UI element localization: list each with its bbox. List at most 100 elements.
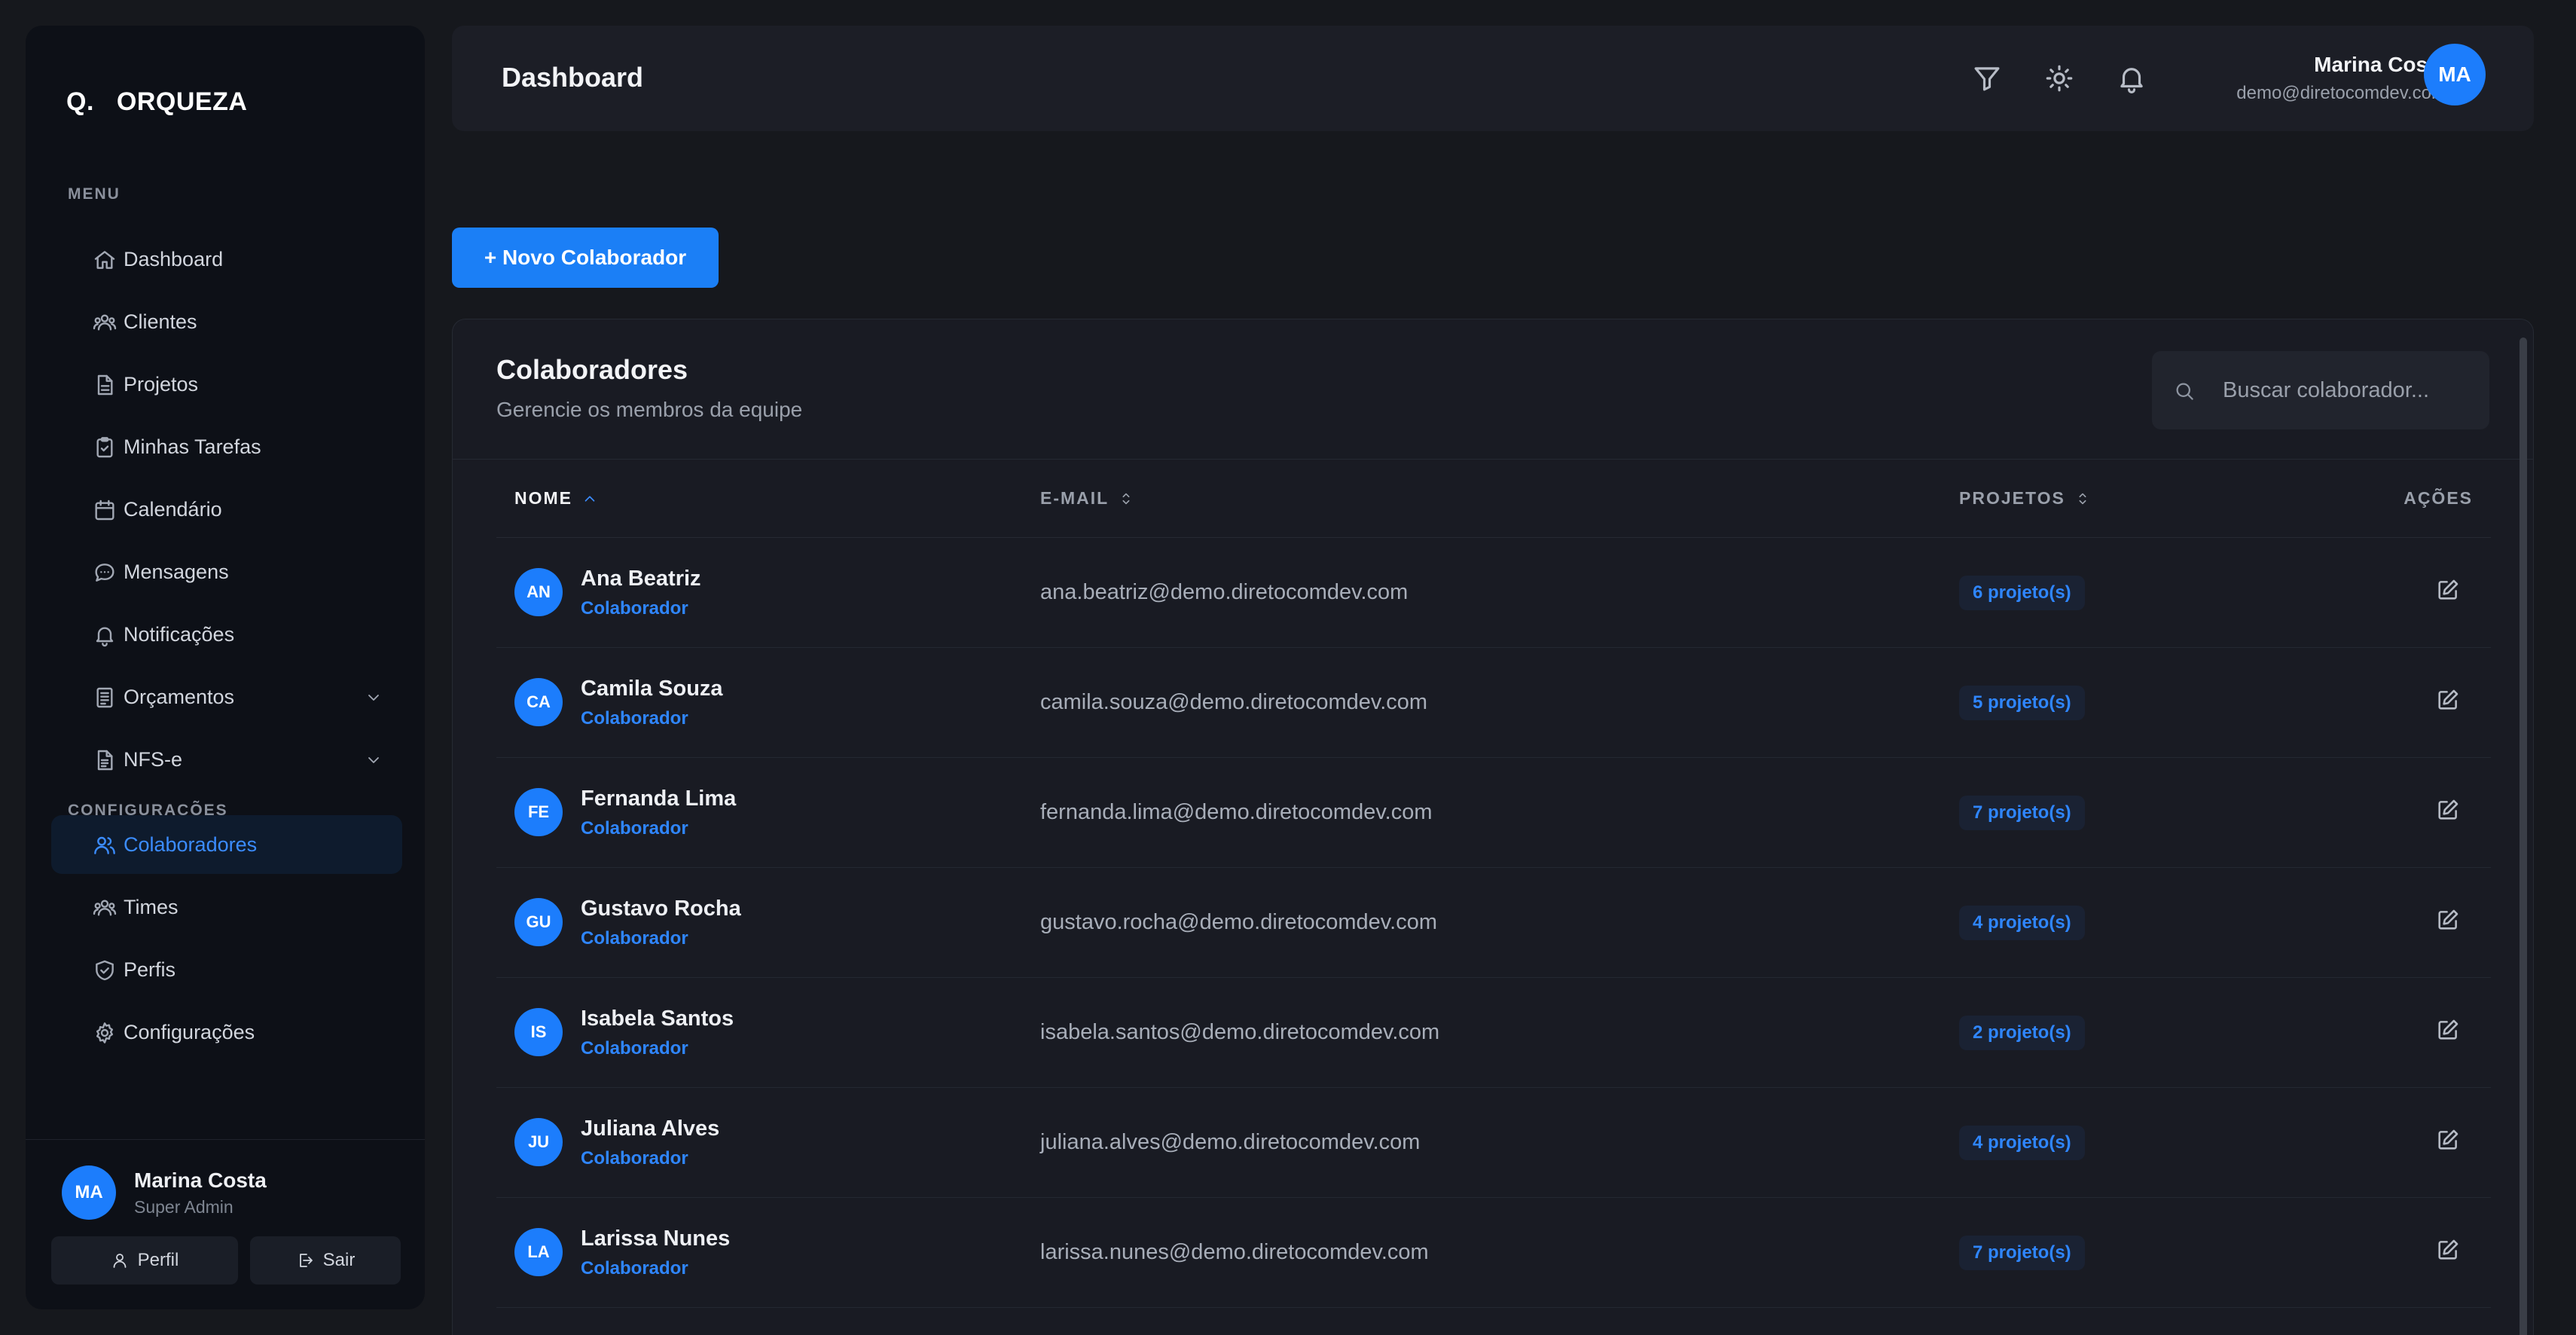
user-role: Super Admin [134,1197,233,1217]
search-box[interactable] [2152,351,2489,429]
sidebar-item-label: Mensagens [124,560,229,583]
collaborator-name[interactable]: Isabela Santos [581,1007,734,1031]
bell-icon[interactable] [2116,63,2147,94]
avatar: CA [514,678,563,726]
column-header-email[interactable]: E-MAIL [1040,488,1134,509]
table-row: LA Larissa Nunes Colaborador larissa.nun… [496,1198,2491,1308]
sidebar-item-orcamentos[interactable]: Orçamentos [51,668,402,726]
sidebar-item-times[interactable]: Times [51,878,402,936]
card-subtitle: Gerencie os membros da equipe [496,398,803,421]
sun-icon[interactable] [2043,63,2075,94]
table-row: JU Juliana Alves Colaborador juliana.alv… [496,1088,2491,1198]
sidebar-item-configuracoes[interactable]: Configurações [51,1003,402,1062]
projects-badge: 7 projeto(s) [1959,796,2085,830]
sidebar: Q. ORQUEZA MENU Dashboard Clientes Proje… [26,26,425,1309]
column-header-label: E-MAIL [1040,488,1109,508]
page-title: Dashboard [502,62,644,93]
column-header-nome[interactable]: NOME [514,488,598,509]
collaborator-name[interactable]: Ana Beatriz [581,567,701,591]
collaborator-role: Colaborador [581,1038,688,1059]
collaborator-name[interactable]: Juliana Alves [581,1117,719,1141]
search-input[interactable] [2223,351,2479,429]
edit-icon[interactable] [2435,687,2461,713]
profile-button[interactable]: Perfil [51,1236,238,1285]
avatar[interactable]: MA [2424,44,2486,105]
header-user-email: demo@diretocomdev.com [2236,83,2446,103]
collaborator-email: fernanda.lima@demo.diretocomdev.com [1040,800,1433,824]
sidebar-item-nfse[interactable]: NFS-e [51,730,402,789]
sidebar-item-label: Projetos [124,372,199,396]
file-icon [97,374,113,396]
table-row: AN Ana Beatriz Colaborador ana.beatriz@d… [496,538,2491,648]
column-header-projetos[interactable]: PROJETOS [1959,488,2091,509]
collaborator-email: gustavo.rocha@demo.diretocomdev.com [1040,910,1437,934]
search-icon [2176,383,2193,400]
sidebar-item-minhas-tarefas[interactable]: Minhas Tarefas [51,417,402,476]
logout-button-label: Sair [322,1250,356,1270]
collaborator-name[interactable]: Gustavo Rocha [581,897,741,921]
gear-icon [96,1022,114,1043]
users-icon [93,314,117,331]
message-icon [95,564,114,582]
sidebar-item-projetos[interactable]: Projetos [51,355,402,414]
sidebar-user-panel: MA Marina Costa Super Admin Perfil Sair [26,1139,425,1309]
sort-icon [2079,493,2086,504]
sidebar-item-label: Minhas Tarefas [124,435,261,458]
projects-badge: 6 projeto(s) [1959,576,2085,610]
brand-name: ORQUEZA [116,87,248,116]
home-icon [94,251,115,269]
sidebar-item-label: Configurações [124,1020,255,1043]
logout-button[interactable]: Sair [250,1236,401,1285]
projects-badge: 4 projeto(s) [1959,1126,2085,1160]
projects-badge: 2 projeto(s) [1959,1016,2085,1050]
sidebar-item-label: Dashboard [124,247,224,270]
edit-icon[interactable] [2435,907,2461,933]
column-header-label: NOME [514,488,572,508]
sidebar-item-dashboard[interactable]: Dashboard [51,230,402,289]
projects-badge: 7 projeto(s) [1959,1236,2085,1270]
sidebar-item-clientes[interactable]: Clientes [51,292,402,351]
projects-badge: 5 projeto(s) [1959,686,2085,720]
table-body: AN Ana Beatriz Colaborador ana.beatriz@d… [496,538,2491,1308]
table-row: CA Camila Souza Colaborador camila.souza… [496,648,2491,758]
sidebar-item-calendario[interactable]: Calendário [51,480,402,539]
brand-logo[interactable]: Q. ORQUEZA [66,87,247,117]
chevron-down-icon[interactable] [365,689,383,707]
sidebar-item-label: Perfis [124,958,176,981]
edit-icon[interactable] [2435,577,2461,603]
filter-icon[interactable] [1971,63,2003,94]
chevron-down-icon[interactable] [365,751,383,769]
collaborator-name[interactable]: Camila Souza [581,677,723,701]
sidebar-item-label: NFS-e [124,747,183,771]
user-name: Marina Costa [134,1169,267,1192]
sort-icon [1122,493,1130,504]
avatar[interactable]: MA [62,1165,116,1220]
collaborator-email: ana.beatriz@demo.diretocomdev.com [1040,580,1409,604]
collaborator-name[interactable]: Fernanda Lima [581,787,736,811]
calendar-icon [95,499,114,521]
collaborator-role: Colaborador [581,818,688,839]
bell-icon [96,627,114,647]
collaborator-name[interactable]: Larissa Nunes [581,1227,730,1251]
team-icon [93,900,117,916]
edit-icon[interactable] [2435,1017,2461,1043]
column-header-label: AÇÕES [2404,488,2473,508]
collaborator-role: Colaborador [581,1258,688,1278]
edit-icon[interactable] [2435,1127,2461,1153]
sidebar-item-mensagens[interactable]: Mensagens [51,542,402,601]
avatar: FE [514,788,563,836]
sidebar-item-notificacoes[interactable]: Notificações [51,605,402,664]
avatar: JU [514,1118,563,1166]
new-collaborator-button[interactable]: + Novo Colaborador [452,228,719,288]
sort-ascending-icon [584,495,595,502]
avatar: LA [514,1228,563,1276]
edit-icon[interactable] [2435,797,2461,823]
avatar: GU [514,898,563,946]
column-header-label: PROJETOS [1959,488,2065,508]
sidebar-item-perfis[interactable]: Perfis [51,940,402,999]
scrollbar[interactable] [2520,338,2527,1335]
sidebar-item-colaboradores[interactable]: Colaboradores [51,815,402,874]
collaborator-role: Colaborador [581,708,688,729]
sidebar-item-label: Notificações [124,622,235,646]
edit-icon[interactable] [2435,1237,2461,1263]
